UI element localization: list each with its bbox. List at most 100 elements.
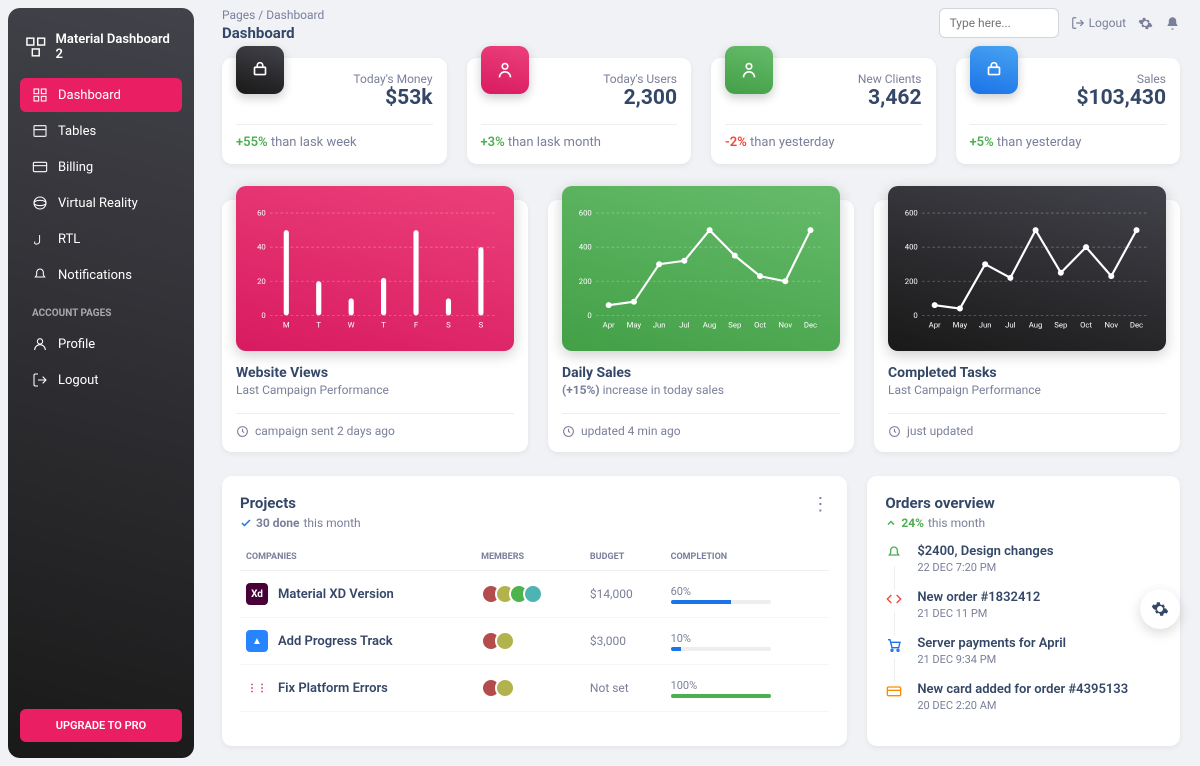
chart-footer: just updated bbox=[888, 424, 1166, 438]
chart-subtitle: (+15%) increase in today sales bbox=[562, 383, 840, 397]
upgrade-button[interactable]: Upgrade to Pro bbox=[20, 709, 182, 742]
sidebar-item-virtual-reality[interactable]: Virtual Reality bbox=[20, 186, 182, 220]
chart-canvas: 0204060MTWTFSS bbox=[236, 186, 514, 351]
table-row[interactable]: ▲Add Progress Track$3,00010% bbox=[240, 618, 829, 665]
completion-label: 10% bbox=[671, 632, 771, 645]
tables-icon bbox=[32, 123, 48, 139]
svg-text:Nov: Nov bbox=[778, 320, 792, 329]
sidebar-item-logout[interactable]: Logout bbox=[20, 363, 182, 397]
code-icon bbox=[885, 590, 903, 608]
virtual reality-icon bbox=[32, 195, 48, 211]
logout-icon bbox=[1071, 16, 1085, 30]
dashboard-icon bbox=[32, 87, 48, 103]
projects-card: Projects 30 done this month ⋮ CompaniesM… bbox=[222, 476, 847, 746]
column-header: Members bbox=[475, 544, 584, 571]
svg-text:Oct: Oct bbox=[1080, 320, 1092, 329]
sidebar-item-dashboard[interactable]: Dashboard bbox=[20, 78, 182, 112]
table-row[interactable]: XdMaterial XD Version$14,00060% bbox=[240, 571, 829, 618]
svg-text:400: 400 bbox=[579, 243, 592, 252]
more-icon[interactable]: ⋮ bbox=[811, 494, 829, 515]
stat-card: New Clients3,462-2% than yesterday bbox=[711, 58, 936, 164]
stat-value: 3,462 bbox=[858, 86, 922, 110]
avatar bbox=[495, 631, 515, 651]
profile-icon bbox=[32, 336, 48, 352]
cart-icon bbox=[885, 636, 903, 654]
svg-text:Oct: Oct bbox=[754, 320, 766, 329]
settings-fab[interactable] bbox=[1140, 589, 1180, 629]
stat-label: Today's Users bbox=[603, 72, 677, 86]
clock-icon bbox=[236, 425, 249, 438]
sidebar-item-notifications[interactable]: Notifications bbox=[20, 258, 182, 292]
completion-label: 100% bbox=[671, 679, 771, 692]
breadcrumb: Pages / Dashboard bbox=[222, 8, 324, 22]
brand[interactable]: Material Dashboard 2 bbox=[20, 24, 182, 78]
timeline-item: New order #183241221 DEC 11 PM bbox=[885, 590, 1162, 636]
svg-text:T: T bbox=[381, 320, 386, 329]
gear-icon bbox=[1151, 600, 1169, 618]
svg-text:May: May bbox=[953, 320, 968, 329]
stat-footer: +3% than lask month bbox=[481, 135, 678, 150]
timeline-time: 22 DEC 7:20 PM bbox=[917, 561, 1053, 574]
table-row[interactable]: ⋮⋮Fix Platform ErrorsNot set100% bbox=[240, 665, 829, 712]
orders-card: Orders overview 24% this month $2400, De… bbox=[867, 476, 1180, 746]
topbar: Pages / Dashboard Dashboard Logout bbox=[222, 8, 1180, 42]
svg-text:T: T bbox=[316, 320, 321, 329]
logout-link[interactable]: Logout bbox=[1071, 16, 1126, 30]
svg-text:S: S bbox=[446, 320, 451, 329]
page-title: Dashboard bbox=[222, 24, 324, 42]
svg-text:200: 200 bbox=[905, 277, 918, 286]
svg-text:600: 600 bbox=[905, 209, 918, 218]
chart-footer: campaign sent 2 days ago bbox=[236, 424, 514, 438]
stat-footer: -2% than yesterday bbox=[725, 135, 922, 150]
notifications-icon bbox=[32, 267, 48, 283]
search-input[interactable] bbox=[939, 8, 1059, 38]
breadcrumb-current: Dashboard bbox=[266, 8, 324, 22]
stat-label: Today's Money bbox=[353, 72, 432, 86]
svg-text:Jun: Jun bbox=[653, 320, 666, 329]
stat-label: Sales bbox=[1076, 72, 1166, 86]
svg-text:Dec: Dec bbox=[804, 320, 817, 329]
column-header: Companies bbox=[240, 544, 475, 571]
svg-text:200: 200 bbox=[579, 277, 592, 286]
stat-icon bbox=[481, 46, 529, 94]
members bbox=[481, 584, 578, 604]
sidebar-item-billing[interactable]: Billing bbox=[20, 150, 182, 184]
svg-text:F: F bbox=[414, 320, 419, 329]
timeline-item: New card added for order #439513320 DEC … bbox=[885, 682, 1162, 728]
chart-footer: updated 4 min ago bbox=[562, 424, 840, 438]
stat-value: $103,430 bbox=[1076, 86, 1166, 110]
timeline-time: 21 DEC 9:34 PM bbox=[917, 653, 1066, 666]
svg-text:W: W bbox=[348, 320, 355, 329]
clock-icon bbox=[562, 425, 575, 438]
svg-text:S: S bbox=[479, 320, 484, 329]
svg-text:Aug: Aug bbox=[703, 320, 717, 329]
stat-footer: +55% than lask week bbox=[236, 135, 433, 150]
sidebar-item-rtl[interactable]: لRTL bbox=[20, 222, 182, 256]
sidebar-item-profile[interactable]: Profile bbox=[20, 327, 182, 361]
svg-text:0: 0 bbox=[913, 311, 917, 320]
stat-card: Sales$103,430+5% than yesterday bbox=[956, 58, 1181, 164]
budget: $3,000 bbox=[584, 618, 665, 665]
svg-text:Jul: Jul bbox=[679, 320, 690, 329]
bell-icon[interactable] bbox=[1165, 16, 1180, 31]
company-name: Add Progress Track bbox=[278, 634, 393, 649]
orders-title: Orders overview bbox=[885, 494, 1162, 512]
sidebar-item-tables[interactable]: Tables bbox=[20, 114, 182, 148]
column-header: Budget bbox=[584, 544, 665, 571]
svg-text:40: 40 bbox=[257, 243, 266, 252]
breadcrumb-parent[interactable]: Pages bbox=[222, 8, 255, 22]
gear-icon[interactable] bbox=[1138, 16, 1153, 31]
svg-text:Jun: Jun bbox=[979, 320, 992, 329]
svg-text:Nov: Nov bbox=[1104, 320, 1118, 329]
projects-title: Projects bbox=[240, 494, 361, 512]
members bbox=[481, 678, 578, 698]
card-icon bbox=[885, 682, 903, 700]
brand-icon bbox=[24, 35, 48, 59]
svg-text:ل: ل bbox=[33, 233, 41, 246]
clock-icon bbox=[888, 425, 901, 438]
chart-card: 0204060MTWTFSSWebsite ViewsLast Campaign… bbox=[222, 200, 528, 452]
chart-canvas: 0200400600AprMayJunJulAugSepOctNovDec bbox=[562, 186, 840, 351]
chart-card: 0200400600AprMayJunJulAugSepOctNovDecCom… bbox=[874, 200, 1180, 452]
svg-text:600: 600 bbox=[579, 209, 592, 218]
svg-text:400: 400 bbox=[905, 243, 918, 252]
